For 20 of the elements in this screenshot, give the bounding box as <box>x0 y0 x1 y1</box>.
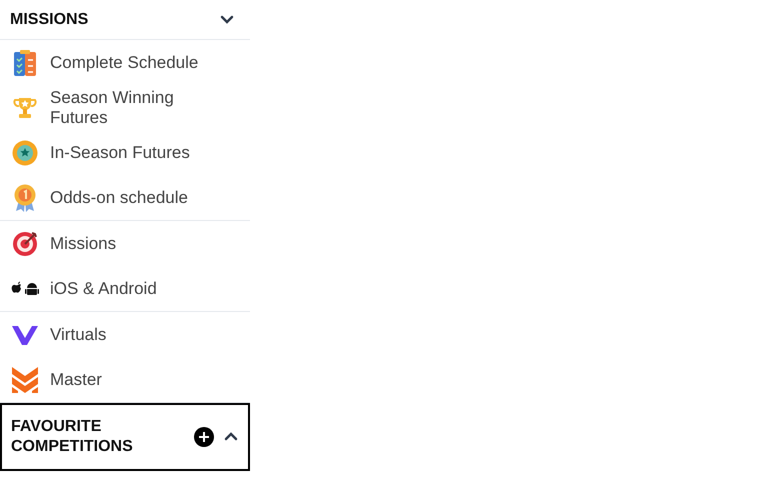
add-icon[interactable] <box>194 427 214 447</box>
menu-item[interactable]: Season Winning Futures <box>0 85 250 130</box>
apple-android-icon <box>11 280 39 296</box>
trophy-icon <box>13 96 37 120</box>
menu-item[interactable]: In-Season Futures <box>0 130 250 175</box>
m-logo-icon <box>12 366 38 392</box>
menu-item[interactable]: iOS & Android <box>0 266 250 311</box>
section-title: FAVOURITE COMPETITIONS <box>11 417 134 457</box>
menu-item[interactable]: Odds-on schedule <box>0 175 250 220</box>
menu-item[interactable]: Missions <box>0 221 250 266</box>
menu-item[interactable]: Complete Schedule <box>0 40 250 85</box>
v-logo-icon <box>12 324 38 346</box>
favourites-header[interactable]: FAVOURITE COMPETITIONS <box>0 403 250 471</box>
menu-item[interactable]: Master <box>0 357 250 402</box>
clipboard-checklist-icon <box>14 50 36 76</box>
section-title: MISSIONS <box>10 10 88 30</box>
star-medal-icon <box>12 140 38 166</box>
medal-ribbon-icon <box>13 184 37 212</box>
target-icon <box>12 230 38 256</box>
menu-item[interactable]: Virtuals <box>0 312 250 357</box>
